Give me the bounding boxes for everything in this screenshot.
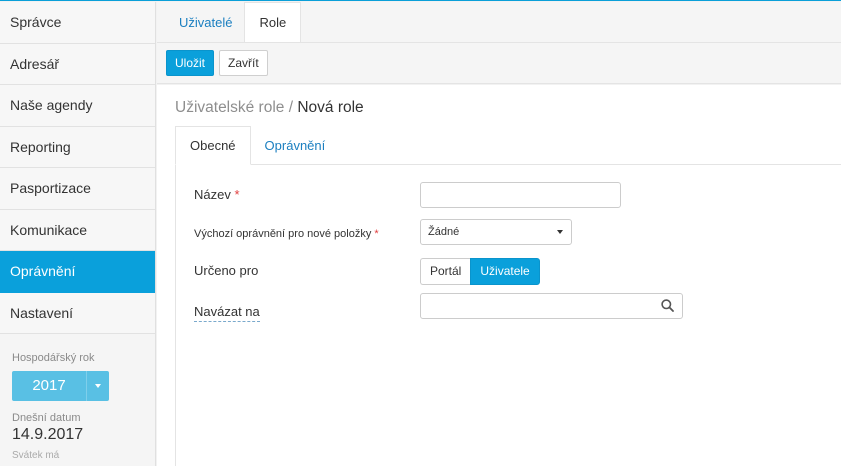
intended-for-toggle: Portál Uživatele xyxy=(420,258,540,285)
default-permission-value: Žádné xyxy=(428,226,460,238)
breadcrumb-current: Nová role xyxy=(297,99,364,116)
sidebar-item-adresar[interactable]: Adresář xyxy=(0,43,155,85)
fiscal-year-dropdown[interactable]: 2017 xyxy=(12,371,109,401)
required-mark: * xyxy=(234,187,240,202)
default-permission-label-text: Výchozí oprávnění pro nové položky xyxy=(194,228,372,240)
required-mark: * xyxy=(374,228,379,240)
sidebar-item-nastaveni[interactable]: Nastavení xyxy=(0,292,155,334)
main-area: Uživatelé Role Uložit Zavřít Uživatelské… xyxy=(157,2,841,466)
search-icon[interactable] xyxy=(661,299,674,312)
save-button[interactable]: Uložit xyxy=(166,50,215,76)
sidebar-item-reporting[interactable]: Reporting xyxy=(0,126,155,168)
chevron-down-icon[interactable] xyxy=(87,371,109,401)
sidebar-item-pasportizace[interactable]: Pasportizace xyxy=(0,168,155,210)
toolbar: Uložit Zavřít xyxy=(157,43,841,84)
tab-opravneni[interactable]: Oprávnění xyxy=(251,127,340,164)
sub-tabs: Obecné Oprávnění xyxy=(175,126,841,165)
intended-for-label: Určeno pro xyxy=(194,263,259,278)
link-to-label[interactable]: Navázat na xyxy=(194,304,260,322)
default-permission-label: Výchozí oprávnění pro nové položky * xyxy=(194,228,420,240)
default-permission-select[interactable]: Žádné xyxy=(420,219,572,245)
sidebar: Správce Adresář Naše agendy Reporting Pa… xyxy=(0,2,156,466)
sidebar-item-nase-agendy[interactable]: Naše agendy xyxy=(0,85,155,127)
sidebar-info: Hospodářský rok 2017 Dnešní datum 14.9.2… xyxy=(0,334,155,461)
default-permission-row: Výchozí oprávnění pro nové položky * xyxy=(194,228,420,240)
name-input[interactable] xyxy=(420,182,621,208)
tab-obecne[interactable]: Obecné xyxy=(175,126,251,165)
intended-for-row: Určeno pro xyxy=(194,263,420,278)
today-label: Dnešní datum xyxy=(12,412,81,424)
toggle-uzivatele[interactable]: Uživatele xyxy=(470,258,540,285)
sidebar-item-opravneni[interactable]: Oprávnění xyxy=(0,251,155,293)
today-value: 14.9.2017 xyxy=(12,426,84,443)
breadcrumb-parent[interactable]: Uživatelské role xyxy=(175,99,284,116)
sidebar-item-spravce[interactable]: Správce xyxy=(0,2,155,44)
content: Uživatelské role / Nová role Obecné Oprá… xyxy=(157,85,841,466)
close-button[interactable]: Zavřít xyxy=(219,50,268,76)
breadcrumb: Uživatelské role / Nová role xyxy=(157,85,841,117)
name-row: Název * xyxy=(194,187,420,202)
sidebar-item-komunikace[interactable]: Komunikace xyxy=(0,209,155,251)
name-label: Název * xyxy=(194,187,420,202)
top-tabs: Uživatelé Role xyxy=(157,2,841,43)
tab-uzivatele[interactable]: Uživatelé xyxy=(167,4,244,42)
link-to-row: Navázat na xyxy=(194,304,260,322)
role-panel: Obecné Oprávnění Název * Výchozí oprávně… xyxy=(175,126,841,466)
link-to-search-field[interactable] xyxy=(420,293,683,319)
breadcrumb-separator: / xyxy=(284,99,298,116)
name-day-label: Svátek má xyxy=(12,450,60,461)
name-label-text: Název xyxy=(194,187,231,202)
fiscal-year-value[interactable]: 2017 xyxy=(12,371,87,401)
fiscal-year-label: Hospodářský rok xyxy=(12,352,95,364)
chevron-down-icon xyxy=(557,230,563,234)
toggle-portal[interactable]: Portál xyxy=(420,258,471,285)
tab-role[interactable]: Role xyxy=(244,2,302,42)
